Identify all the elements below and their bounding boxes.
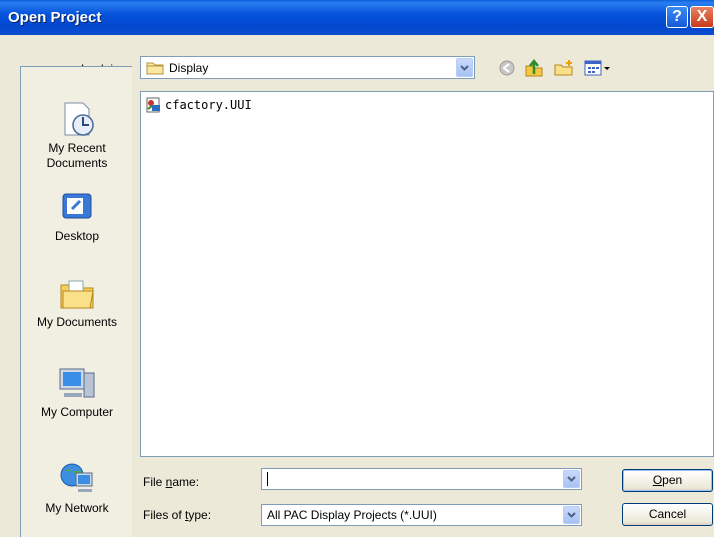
my-documents-icon	[60, 280, 94, 309]
place-label: Desktop	[54, 229, 100, 243]
look-in-value: Display	[169, 61, 209, 75]
views-menu-icon[interactable]	[584, 59, 612, 77]
close-button[interactable]: X	[690, 6, 714, 28]
close-icon: X	[696, 8, 708, 25]
chevron-down-icon	[567, 512, 576, 518]
file-type-label: Files of type:	[143, 508, 212, 522]
window-title: Open Project	[8, 9, 102, 26]
place-my-computer[interactable]: My Computer	[21, 365, 133, 420]
file-type-value: All PAC Display Projects (*.UUI)	[267, 508, 437, 522]
places-bar: My Recent Documents Desktop My Documents…	[20, 66, 132, 537]
place-label: My Documents	[36, 315, 118, 329]
place-my-recent-documents[interactable]: My Recent Documents	[21, 101, 133, 171]
help-icon: ?	[672, 8, 682, 25]
back-arrow-icon[interactable]	[498, 59, 516, 77]
title-bar[interactable]: Open Project ? X	[0, 0, 714, 35]
my-computer-icon	[59, 368, 95, 398]
uui-project-icon	[146, 97, 160, 113]
place-label: My Computer	[40, 405, 114, 419]
chevron-down-icon	[460, 64, 469, 71]
file-name-text: cfactory.UUI	[165, 98, 252, 112]
list-item[interactable]: cfactory.UUI	[145, 96, 252, 114]
look-in-dropdown-button[interactable]	[456, 58, 473, 77]
file-list[interactable]: cfactory.UUI	[140, 91, 714, 457]
text-cursor	[267, 472, 268, 486]
cancel-button[interactable]: Cancel	[622, 503, 713, 526]
place-desktop[interactable]: Desktop	[21, 191, 133, 244]
look-in-dropdown[interactable]: Display	[140, 56, 475, 79]
file-type-dropdown-button[interactable]	[563, 506, 580, 524]
place-my-network[interactable]: My Network	[21, 461, 133, 516]
file-name-input[interactable]	[261, 468, 582, 490]
desktop-icon	[62, 193, 92, 219]
chevron-down-icon	[567, 476, 576, 482]
place-label: My Network	[45, 501, 109, 515]
recent-documents-icon	[64, 102, 94, 136]
place-my-documents[interactable]: My Documents	[21, 275, 133, 330]
help-button[interactable]: ?	[666, 6, 688, 28]
folder-icon	[146, 62, 164, 75]
place-label: My Recent Documents	[46, 141, 108, 170]
file-name-label: File name:	[143, 475, 200, 489]
file-type-dropdown[interactable]: All PAC Display Projects (*.UUI)	[261, 504, 582, 526]
file-name-dropdown-button[interactable]	[563, 470, 580, 488]
my-network-icon	[60, 463, 93, 492]
new-folder-icon[interactable]	[554, 59, 574, 77]
open-button[interactable]: Open	[622, 469, 713, 492]
up-folder-icon[interactable]	[524, 59, 544, 77]
